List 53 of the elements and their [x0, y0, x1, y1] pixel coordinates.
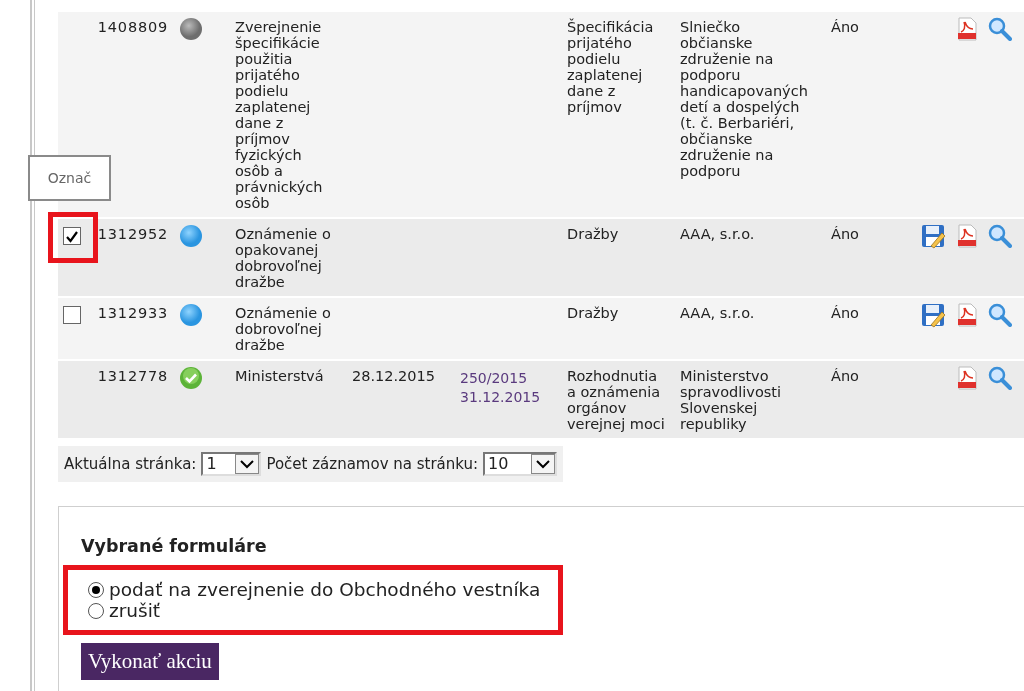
- record-id: 1408809: [96, 19, 169, 35]
- page-label: Aktuálna stránka:: [64, 453, 197, 475]
- publisher: Ministerstvo spravodlivosti Slovenskej republiky: [680, 368, 782, 432]
- category: Dražby: [567, 305, 619, 321]
- status-dot-icon: [180, 304, 202, 326]
- publisher: AAA, s.r.o.: [680, 226, 755, 242]
- dropdown[interactable]: 10: [483, 452, 558, 476]
- category: Rozhodnutia a oznámenia orgánov verejnej moci: [567, 368, 665, 432]
- search-icon[interactable]: [988, 224, 1012, 248]
- status-dot-icon: [180, 18, 202, 40]
- option-label: zrušiť: [109, 600, 161, 622]
- document-title: Zverejnenie špecifikácie použitia prijatého podielu zaplatenej dane z príjmov fyzických osôb a právnických osôb: [235, 19, 323, 211]
- issue-link[interactable]: 31.12.2015: [460, 388, 541, 407]
- record-id: 1312952: [96, 226, 169, 242]
- checkmark-icon: [65, 229, 79, 243]
- page-size-label: Počet záznamov na stránku:: [266, 453, 479, 475]
- issue-link[interactable]: 250/2015: [460, 369, 528, 388]
- record-id: 1312778: [96, 368, 169, 384]
- publisher: Slniečko občianske združenie na podporu handicapovaných detí a dospelých (t. č. Berbariéri, občianske združenie na podporu: [680, 19, 808, 179]
- checkbox[interactable]: [63, 306, 81, 324]
- option-label: podať na zverejnenie do Obchodného vestníka: [109, 579, 541, 601]
- chevron-down-icon: [536, 459, 551, 469]
- status-dot-icon: [180, 225, 202, 247]
- submit-button[interactable]: Vykonať akciu: [81, 643, 219, 681]
- published-text: Áno: [831, 226, 859, 242]
- document-title: Ministerstvá: [235, 368, 324, 384]
- radio-button[interactable]: [88, 602, 104, 619]
- date: 28.12.2015: [352, 368, 436, 384]
- radio-button[interactable]: [88, 581, 104, 598]
- floppy-pencil-icon[interactable]: [921, 224, 946, 249]
- record-id: 1312933: [96, 305, 169, 321]
- pdf-icon[interactable]: [956, 224, 978, 248]
- pdf-icon[interactable]: [956, 17, 978, 41]
- chevron-down-icon: [240, 459, 255, 469]
- category: Špecifikácia prijatého podielu zaplatenej dane z príjmov: [567, 19, 654, 115]
- published-text: Áno: [831, 368, 859, 384]
- search-icon[interactable]: [988, 366, 1012, 390]
- document-title: Oznámenie o opakovanej dobrovoľnej dražbe: [235, 226, 331, 290]
- published-text: Áno: [831, 305, 859, 321]
- checkbox[interactable]: [63, 227, 81, 245]
- publisher: AAA, s.r.o.: [680, 305, 755, 321]
- tooltip: Označ: [28, 155, 111, 201]
- category: Dražby: [567, 226, 619, 242]
- search-icon[interactable]: [988, 303, 1012, 327]
- floppy-pencil-icon[interactable]: [921, 303, 946, 328]
- search-icon[interactable]: [988, 17, 1012, 41]
- check-circle-icon: [180, 367, 202, 389]
- dropdown[interactable]: 1: [201, 452, 262, 476]
- pdf-icon[interactable]: [956, 366, 978, 390]
- section-title: Vybrané formuláre: [81, 535, 268, 558]
- pdf-icon[interactable]: [956, 303, 978, 327]
- published-text: Áno: [831, 19, 859, 35]
- document-title: Oznámenie o dobrovoľnej dražbe: [235, 305, 331, 353]
